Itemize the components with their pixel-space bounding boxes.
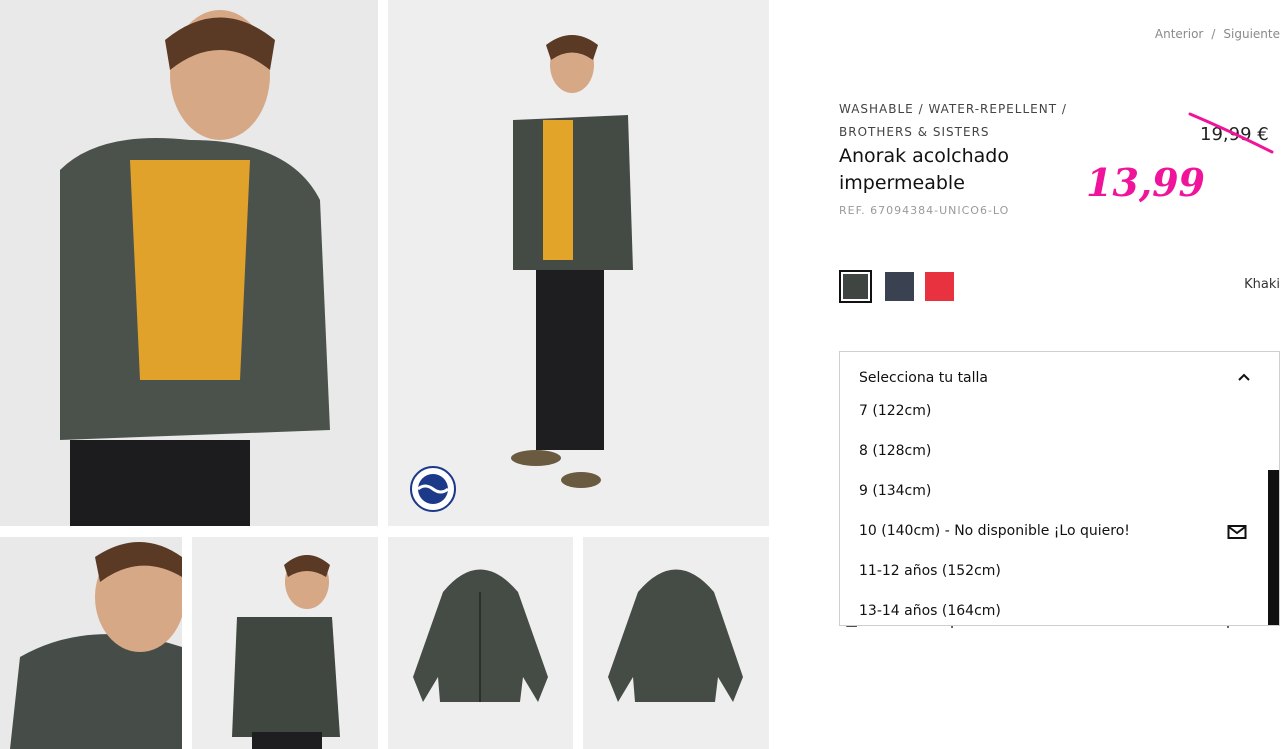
product-photo-full[interactable] <box>388 0 769 526</box>
nav-separator: / <box>1211 27 1216 41</box>
product-photo-front[interactable] <box>388 537 573 749</box>
product-photo-closeup[interactable] <box>0 537 182 749</box>
mail-icon[interactable] <box>1227 524 1247 540</box>
sale-price: 13,99 <box>1086 160 1205 205</box>
size-option[interactable]: 7 (122cm) <box>859 403 931 419</box>
color-swatch-red[interactable] <box>925 272 954 301</box>
size-option[interactable]: 11-12 años (152cm) <box>859 563 1001 579</box>
collection-tag: WASHABLE / WATER-REPELLENT / BROTHERS & … <box>839 102 1067 139</box>
size-dropdown[interactable]: Selecciona tu talla 7 (122cm) 8 (128cm) … <box>839 351 1280 626</box>
size-option[interactable]: 9 (134cm) <box>859 483 931 499</box>
product-title: Anorak acolchado impermeable <box>839 145 1009 194</box>
product-navigation: Anterior / Siguiente <box>1155 27 1280 41</box>
size-option-unavailable[interactable]: 10 (140cm) - No disponible ¡Lo quiero! <box>859 523 1130 539</box>
product-photo-main[interactable] <box>0 0 378 526</box>
machine-washable-badge <box>404 462 462 516</box>
size-dropdown-header[interactable]: Selecciona tu talla <box>859 370 988 386</box>
size-option[interactable]: 13-14 años (164cm) <box>859 603 1001 619</box>
selected-color-name: Khaki <box>1244 277 1280 292</box>
product-photo-back[interactable] <box>583 537 769 749</box>
color-swatch-khaki[interactable] <box>839 270 872 303</box>
product-photo-halfbody[interactable] <box>192 537 378 749</box>
chevron-up-icon[interactable] <box>1237 372 1251 382</box>
product-reference: REF. 67094384-UNICO6-LO <box>839 204 1010 217</box>
price-strikethrough <box>1188 112 1274 154</box>
color-swatch-navy[interactable] <box>885 272 914 301</box>
next-link[interactable]: Siguiente <box>1223 27 1280 41</box>
scrollbar-thumb[interactable] <box>1268 470 1279 625</box>
previous-link[interactable]: Anterior <box>1155 27 1203 41</box>
size-option[interactable]: 8 (128cm) <box>859 443 931 459</box>
